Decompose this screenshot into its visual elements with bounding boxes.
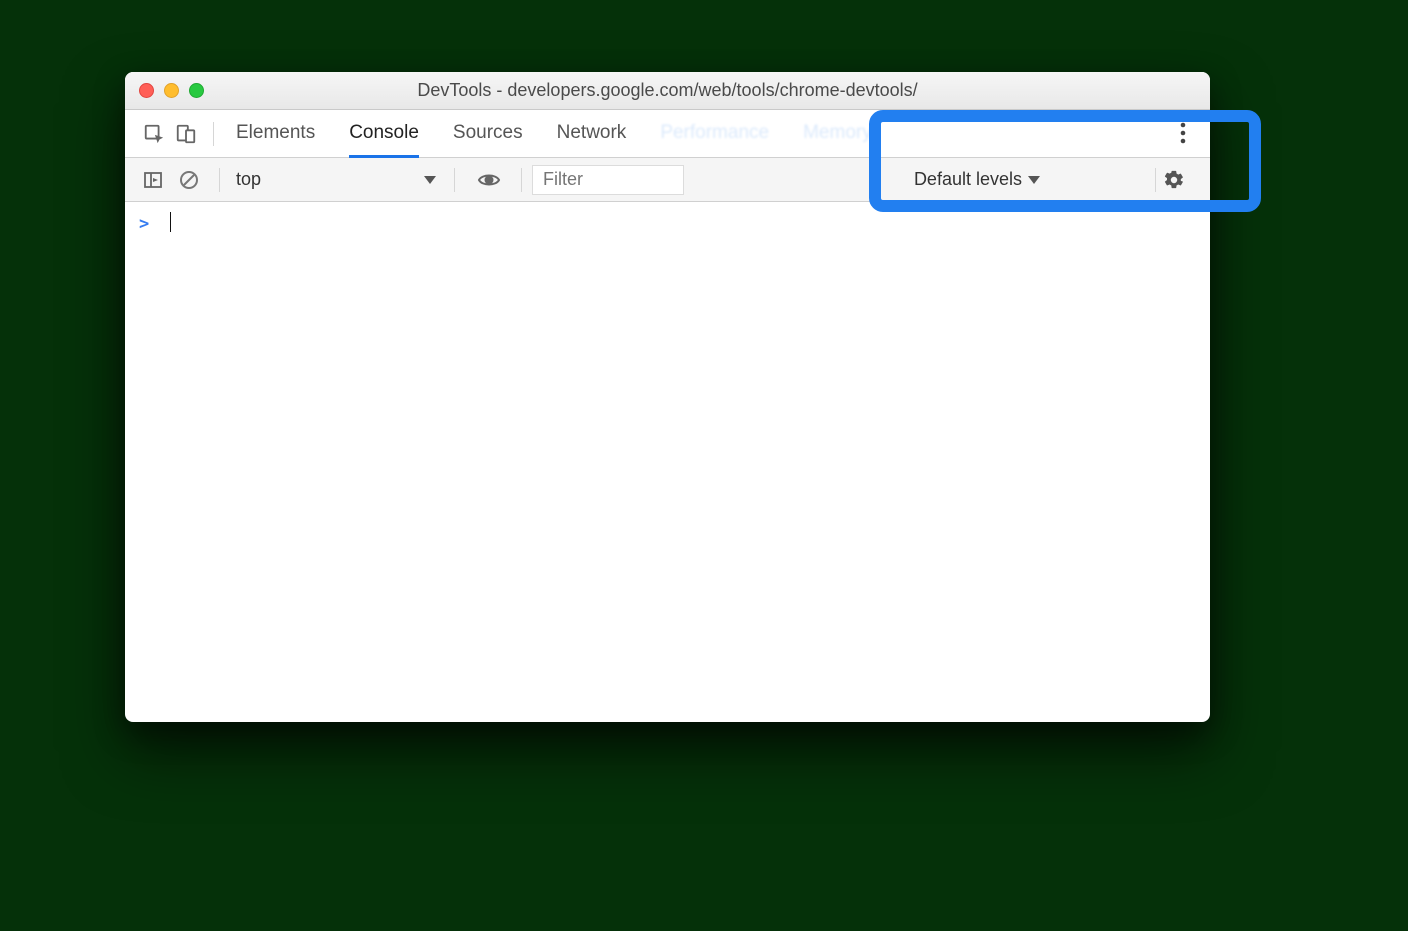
more-tabs-icon[interactable] <box>1168 118 1198 148</box>
tab-performance[interactable]: Performance <box>660 110 769 158</box>
tabbar: Elements Console Sources Network Perform… <box>125 110 1210 158</box>
titlebar: DevTools - developers.google.com/web/too… <box>125 72 1210 110</box>
devtools-window: DevTools - developers.google.com/web/too… <box>125 72 1210 722</box>
context-label: top <box>236 169 261 190</box>
levels-label: Default levels <box>914 169 1022 190</box>
tab-sources[interactable]: Sources <box>453 110 523 158</box>
log-levels-dropdown[interactable]: Default levels <box>914 169 1040 190</box>
prompt-icon: > <box>139 214 149 234</box>
traffic-lights <box>139 83 204 98</box>
tab-elements[interactable]: Elements <box>236 110 315 158</box>
filter-field[interactable] <box>532 165 684 195</box>
divider <box>521 168 522 192</box>
filter-input[interactable] <box>543 169 673 190</box>
close-icon[interactable] <box>139 83 154 98</box>
console-toolbar: top Default levels <box>125 158 1210 202</box>
clear-console-icon[interactable] <box>175 166 203 194</box>
divider <box>1155 168 1156 192</box>
minimize-icon[interactable] <box>164 83 179 98</box>
tab-memory[interactable]: Memory <box>803 110 872 158</box>
console-body[interactable]: > <box>125 202 1210 244</box>
divider <box>219 168 220 192</box>
device-toggle-icon[interactable] <box>171 119 201 149</box>
inspect-element-icon[interactable] <box>139 119 169 149</box>
chevron-down-icon <box>1028 176 1040 184</box>
window-title: DevTools - developers.google.com/web/too… <box>125 80 1210 101</box>
sidebar-toggle-icon[interactable] <box>139 166 167 194</box>
context-selector[interactable]: top <box>236 169 446 190</box>
live-expression-icon[interactable] <box>475 166 503 194</box>
text-caret <box>170 212 171 232</box>
maximize-icon[interactable] <box>189 83 204 98</box>
settings-icon[interactable] <box>1160 166 1188 194</box>
divider <box>213 122 214 146</box>
tab-console[interactable]: Console <box>349 110 419 158</box>
tab-network[interactable]: Network <box>557 110 627 158</box>
chevron-down-icon <box>424 176 436 184</box>
divider <box>454 168 455 192</box>
